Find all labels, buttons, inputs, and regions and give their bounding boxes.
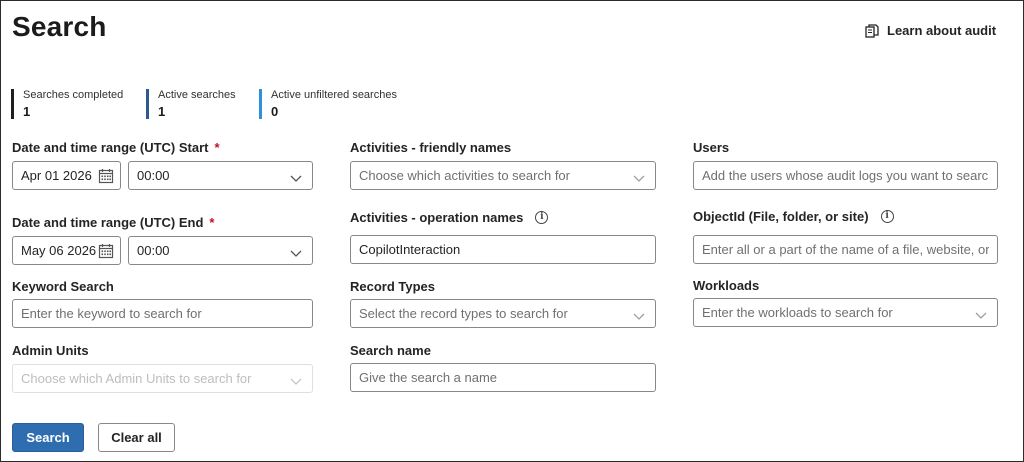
end-date-value: May 06 2026 — [21, 243, 97, 258]
workloads-placeholder: Enter the workloads to search for — [702, 305, 893, 320]
start-range-label: Date and time range (UTC) Start * — [12, 140, 220, 155]
required-mark: * — [209, 215, 215, 230]
object-id-input[interactable]: Enter all or a part of the name of a fil… — [693, 235, 998, 264]
chevron-down-icon — [633, 171, 645, 186]
search-name-input[interactable]: Give the search a name — [350, 363, 656, 392]
start-time-dropdown[interactable]: 00:00 — [128, 161, 313, 190]
calendar-icon[interactable] — [98, 243, 114, 262]
activities-operation-label: Activities - operation names i — [350, 210, 549, 225]
activities-operation-label-text: Activities - operation names — [350, 210, 524, 225]
admin-units-placeholder: Choose which Admin Units to search for — [21, 371, 252, 386]
start-date-picker[interactable]: Apr 01 2026 — [12, 161, 121, 190]
users-input[interactable]: Add the users whose audit logs you want … — [693, 161, 998, 190]
start-range-label-text: Date and time range (UTC) Start — [12, 140, 209, 155]
keyword-search-label: Keyword Search — [12, 279, 114, 294]
stat-active-unfiltered-searches: Active unfiltered searches 0 — [259, 89, 397, 119]
chevron-down-icon — [975, 308, 987, 323]
admin-units-dropdown: Choose which Admin Units to search for — [12, 364, 313, 393]
start-time-value: 00:00 — [137, 168, 170, 183]
search-name-placeholder: Give the search a name — [359, 370, 498, 385]
info-icon[interactable]: i — [535, 211, 549, 224]
record-types-dropdown[interactable]: Select the record types to search for — [350, 299, 656, 328]
object-id-placeholder: Enter all or a part of the name of a fil… — [702, 242, 989, 257]
activities-friendly-label: Activities - friendly names — [350, 140, 512, 155]
workloads-label: Workloads — [693, 278, 760, 293]
chevron-down-icon — [290, 171, 302, 186]
stat-value: 1 — [23, 104, 31, 119]
search-button[interactable]: Search — [12, 423, 84, 452]
stat-label: Searches completed — [23, 89, 124, 101]
object-id-label-text: ObjectId (File, folder, or site) — [693, 209, 869, 224]
workloads-dropdown[interactable]: Enter the workloads to search for — [693, 298, 998, 327]
page-title: Search — [12, 11, 107, 42]
chevron-down-icon — [290, 246, 302, 261]
search-name-label: Search name — [350, 343, 431, 358]
end-range-label-text: Date and time range (UTC) End — [12, 215, 204, 230]
chevron-down-icon — [633, 309, 645, 324]
object-id-label: ObjectId (File, folder, or site) i — [693, 209, 894, 224]
keyword-search-placeholder: Enter the keyword to search for — [21, 306, 202, 321]
end-range-label: Date and time range (UTC) End * — [12, 215, 214, 230]
stat-value: 1 — [158, 104, 166, 119]
keyword-search-input[interactable]: Enter the keyword to search for — [12, 299, 313, 328]
activities-operation-input[interactable]: CopilotInteraction — [350, 235, 656, 264]
activities-friendly-dropdown[interactable]: Choose which activities to search for — [350, 161, 656, 190]
activities-friendly-placeholder: Choose which activities to search for — [359, 168, 570, 183]
chevron-down-icon — [290, 374, 302, 389]
stat-label: Active unfiltered searches — [271, 89, 397, 101]
document-copy-icon — [865, 23, 879, 38]
record-types-label: Record Types — [350, 279, 436, 294]
end-time-value: 00:00 — [137, 243, 170, 258]
users-placeholder: Add the users whose audit logs you want … — [702, 168, 989, 183]
record-types-placeholder: Select the record types to search for — [359, 306, 568, 321]
calendar-icon[interactable] — [98, 168, 114, 187]
search-page: Search Learn about audit Searches comple… — [0, 0, 1024, 462]
learn-about-audit-link[interactable]: Learn about audit — [865, 23, 996, 38]
info-icon[interactable]: i — [880, 210, 894, 223]
clear-all-button[interactable]: Clear all — [98, 423, 175, 452]
end-date-picker[interactable]: May 06 2026 — [12, 236, 121, 265]
end-time-dropdown[interactable]: 00:00 — [128, 236, 313, 265]
activities-operation-value: CopilotInteraction — [359, 242, 461, 257]
start-date-value: Apr 01 2026 — [21, 168, 92, 183]
stat-searches-completed: Searches completed 1 — [11, 89, 123, 119]
required-mark: * — [214, 140, 220, 155]
stat-label: Active searches — [158, 89, 236, 101]
stat-value: 0 — [271, 104, 279, 119]
stat-active-searches: Active searches 1 — [146, 89, 236, 119]
learn-link-label: Learn about audit — [887, 23, 997, 38]
users-label: Users — [693, 140, 730, 155]
admin-units-label: Admin Units — [12, 343, 89, 358]
